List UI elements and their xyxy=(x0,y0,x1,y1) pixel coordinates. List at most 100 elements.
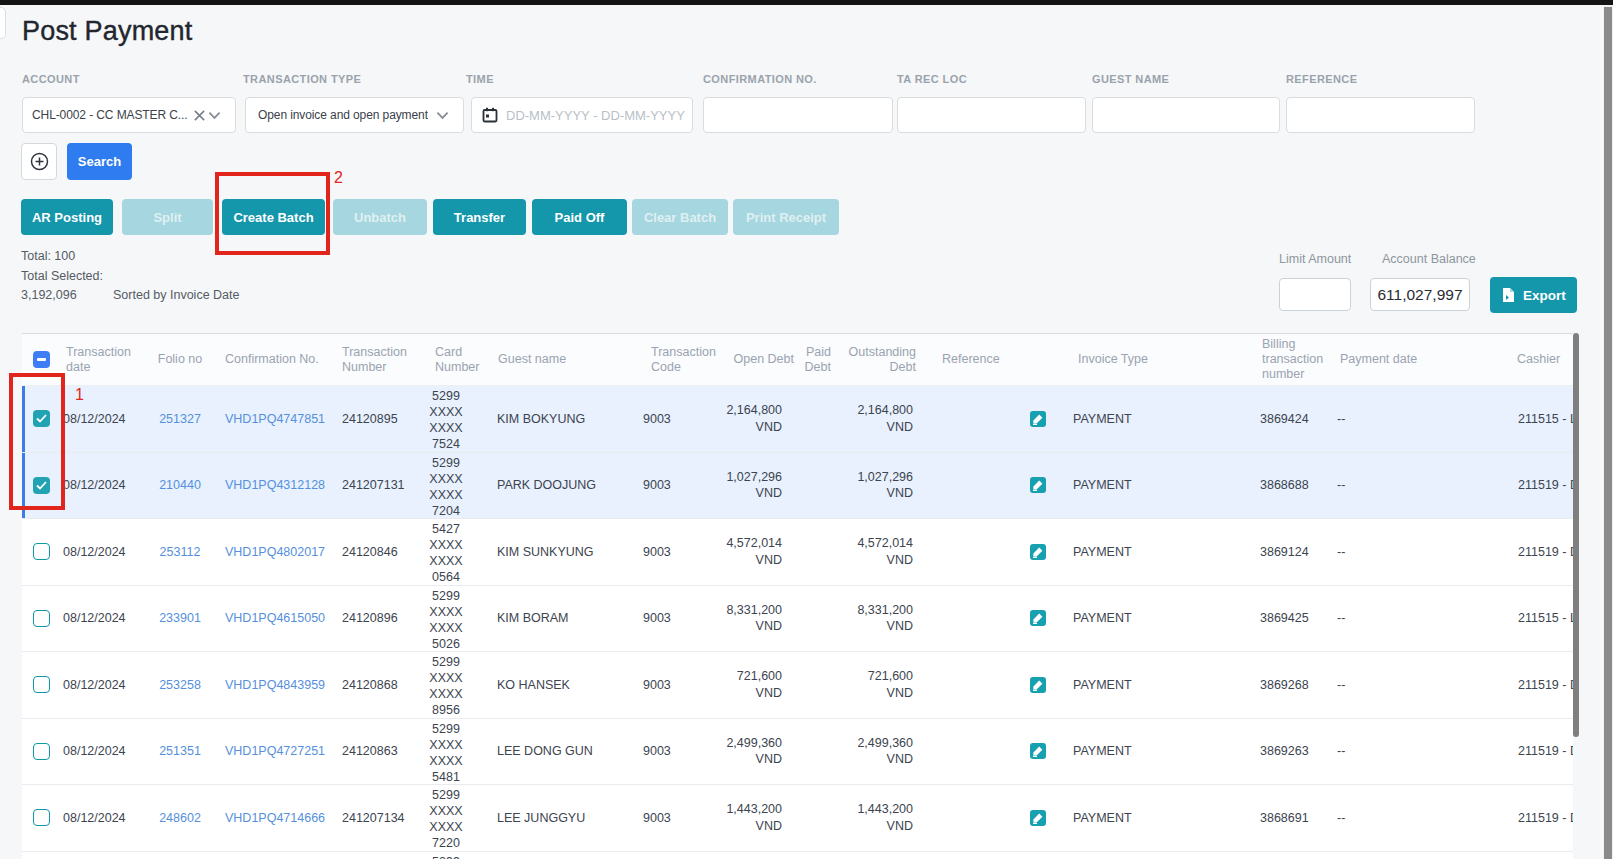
cell-confirmation-no[interactable]: VHD1PQ4615050 xyxy=(225,586,325,652)
cell-transaction-date: 08/12/2024 xyxy=(63,586,126,652)
row-checkbox[interactable] xyxy=(33,852,50,859)
row-checkbox[interactable] xyxy=(33,519,50,585)
table-row[interactable]: 5299 xyxy=(22,852,1573,859)
cell-transaction-date: 08/12/2024 xyxy=(63,652,126,718)
cell-billing-transaction-number: 3868688 xyxy=(1260,453,1309,519)
cell-card-number: 5299XXXXXXXX7204 xyxy=(418,453,474,519)
table-scrollbar-thumb[interactable] xyxy=(1573,333,1579,737)
annotation-step1-number: 1 xyxy=(75,386,84,404)
cell-guest-name: KIM SUNKYUNG xyxy=(497,519,594,585)
row-checkbox[interactable] xyxy=(33,652,50,718)
limit-amount-input[interactable] xyxy=(1279,278,1351,311)
clear-icon[interactable] xyxy=(193,109,206,122)
cell-confirmation-no[interactable]: VHD1PQ4843959 xyxy=(225,652,325,718)
cell-open-debt: 8,331,200VND xyxy=(662,586,782,652)
page-scrollbar-thumb[interactable] xyxy=(1604,7,1612,859)
export-file-icon xyxy=(1501,287,1516,303)
cell-reference-edit[interactable] xyxy=(1030,652,1046,718)
cell-confirmation-no[interactable]: VHD1PQ4312128 xyxy=(225,453,325,519)
table-row[interactable]: 08/12/2024 253258 VHD1PQ4843959 24120868… xyxy=(22,652,1573,719)
guest-name-input[interactable] xyxy=(1092,97,1280,133)
row-checkbox[interactable] xyxy=(33,586,50,652)
cell-billing-transaction-number: 3869124 xyxy=(1260,519,1309,585)
col-paid-debt: Paid Debt xyxy=(801,334,831,385)
add-filter-button[interactable] xyxy=(21,143,57,180)
clear-batch-button[interactable]: Clear Batch xyxy=(632,199,728,235)
confirmation-no-input[interactable] xyxy=(703,97,893,133)
cell-folio-no[interactable]: 248602 xyxy=(140,785,220,851)
cell-guest-name: KIM BOKYUNG xyxy=(497,386,585,452)
table-row[interactable]: 08/12/2024 251351 VHD1PQ4727251 24120863… xyxy=(22,719,1573,786)
paid-off-button[interactable]: Paid Off xyxy=(532,199,627,235)
chevron-down-icon[interactable] xyxy=(436,111,449,120)
cell-reference-edit[interactable] xyxy=(1030,386,1046,452)
cell-open-debt: 1,027,296VND xyxy=(662,453,782,519)
annotation-box-step2 xyxy=(215,172,330,255)
table-row[interactable]: 08/12/2024 210440 VHD1PQ4312128 24120713… xyxy=(22,453,1573,520)
cell-confirmation-no[interactable]: VHD1PQ4802017 xyxy=(225,519,325,585)
cell-payment-date: -- xyxy=(1337,519,1345,585)
print-receipt-button[interactable]: Print Receipt xyxy=(733,199,839,235)
cell-folio-no[interactable]: 251327 xyxy=(140,386,220,452)
cell-reference-edit[interactable] xyxy=(1030,719,1046,785)
cell-cashier: 211519 - D xyxy=(1518,519,1573,585)
cell-outstanding-debt: 4,572,014VND xyxy=(793,519,913,585)
table-row[interactable]: 08/12/2024 253112 VHD1PQ4802017 24120846… xyxy=(22,519,1573,586)
table-row[interactable]: 08/12/2024 251327 VHD1PQ4747851 24120895… xyxy=(22,386,1573,453)
cell-confirmation-no[interactable]: VHD1PQ4714666 xyxy=(225,785,325,851)
cell-reference-edit[interactable] xyxy=(1030,519,1046,585)
table-row[interactable]: 08/12/2024 233901 VHD1PQ4615050 24120896… xyxy=(22,586,1573,653)
cell-folio-no[interactable]: 210440 xyxy=(140,453,220,519)
cell-confirmation-no[interactable]: VHD1PQ4747851 xyxy=(225,386,325,452)
table-row[interactable]: 08/12/2024 248602 VHD1PQ4714666 24120713… xyxy=(22,785,1573,852)
time-daterange-input[interactable]: DD-MM-YYYY - DD-MM-YYYY xyxy=(471,97,693,133)
col-card-number: Card Number xyxy=(435,334,493,385)
cell-cashier: 211519 - D xyxy=(1518,785,1573,851)
total-selected-value: 3,192,096 xyxy=(21,288,77,302)
export-button[interactable]: Export xyxy=(1490,277,1577,313)
search-button[interactable]: Search xyxy=(67,143,132,180)
cell-transaction-number: 24120896 xyxy=(342,586,398,652)
guest-name-label: GUEST NAME xyxy=(1092,73,1169,85)
edit-icon xyxy=(1030,411,1046,427)
cell-outstanding-debt xyxy=(793,852,913,859)
reference-input[interactable] xyxy=(1286,97,1475,133)
cell-card-number: 5299XXXXXXXX5026 xyxy=(418,586,474,652)
reference-label: REFERENCE xyxy=(1286,73,1357,85)
cell-payment-date: -- xyxy=(1337,719,1345,785)
cell-folio-no[interactable]: 253258 xyxy=(140,652,220,718)
edit-icon xyxy=(1030,810,1046,826)
split-button[interactable]: Split xyxy=(122,199,213,235)
cell-reference-edit[interactable] xyxy=(1030,586,1046,652)
cell-outstanding-debt: 8,331,200VND xyxy=(793,586,913,652)
cell-transaction-number: 24120863 xyxy=(342,719,398,785)
table-body: 08/12/2024 251327 VHD1PQ4747851 24120895… xyxy=(22,386,1573,859)
row-checkbox[interactable] xyxy=(33,785,50,851)
cell-folio-no[interactable]: 251351 xyxy=(140,719,220,785)
cell-folio-no[interactable]: 233901 xyxy=(140,586,220,652)
ar-posting-button[interactable]: AR Posting xyxy=(21,199,113,235)
chevron-down-icon[interactable] xyxy=(208,111,221,120)
transaction-type-select[interactable]: Open invoice and open payment xyxy=(245,97,464,133)
cell-folio-no[interactable] xyxy=(140,852,220,859)
cell-transaction-number: 241207131 xyxy=(342,453,405,519)
cell-card-number: 5299XXXXXXXX8956 xyxy=(418,652,474,718)
row-checkbox[interactable] xyxy=(33,719,50,785)
top-black-bar xyxy=(0,0,1613,5)
cell-cashier: 211519 - D xyxy=(1518,652,1573,718)
cell-outstanding-debt: 721,600VND xyxy=(793,652,913,718)
transfer-button[interactable]: Transfer xyxy=(433,199,526,235)
cell-invoice-type: PAYMENT xyxy=(1073,586,1132,652)
account-balance-input[interactable]: 611,027,997 xyxy=(1370,278,1470,311)
cell-reference-edit[interactable] xyxy=(1030,785,1046,851)
cell-reference-edit[interactable] xyxy=(1030,453,1046,519)
cell-payment-date: -- xyxy=(1337,785,1345,851)
account-select[interactable]: CHL-0002 - CC MASTER C... xyxy=(22,97,236,133)
cell-outstanding-debt: 1,027,296VND xyxy=(793,453,913,519)
ta-rec-loc-input[interactable] xyxy=(897,97,1086,133)
cell-open-debt: 1,443,200VND xyxy=(662,785,782,851)
cell-transaction-date: 08/12/2024 xyxy=(63,453,126,519)
cell-confirmation-no[interactable]: VHD1PQ4727251 xyxy=(225,719,325,785)
cell-folio-no[interactable]: 253112 xyxy=(140,519,220,585)
unbatch-button[interactable]: Unbatch xyxy=(333,199,427,235)
